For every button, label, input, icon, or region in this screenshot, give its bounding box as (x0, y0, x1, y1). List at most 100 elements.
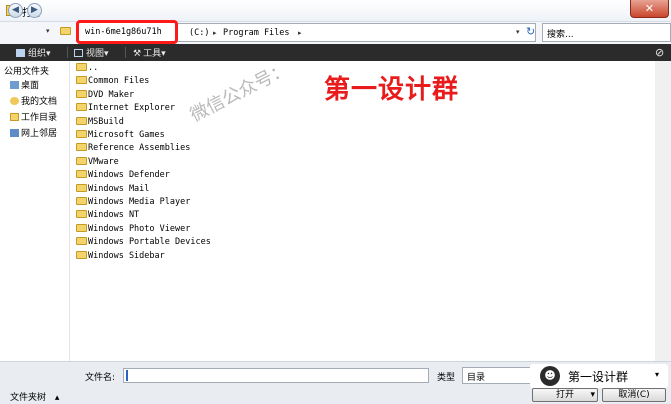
file-name: Windows Media Player (88, 197, 191, 207)
list-item[interactable]: Common Files (76, 76, 149, 86)
file-name: Common Files (88, 76, 150, 87)
list-item[interactable]: Windows NT (76, 210, 139, 220)
organize-icon (16, 49, 25, 57)
list-item[interactable]: Windows Media Player (76, 197, 190, 207)
chevron-down-icon[interactable]: ▾ (655, 370, 659, 379)
computer-name: win-6me1g86u71h (85, 27, 162, 37)
text-caret (126, 370, 128, 381)
sidebar-item-documents[interactable]: 我的文档 (10, 94, 57, 107)
type-label: 类型 (437, 373, 456, 383)
sidebar-item-public[interactable]: 公用文件夹 (4, 64, 49, 77)
command-toolbar: 组织▾ 视图▾ ⚒ 工具▾ ⊘ (0, 44, 671, 61)
folder-icon (76, 76, 87, 85)
folder-icon (76, 223, 87, 232)
file-name: Windows Defender (88, 170, 170, 181)
forward-button[interactable]: ▶ (27, 3, 42, 18)
list-item[interactable]: VMware (76, 156, 119, 167)
folder-icon (76, 183, 87, 192)
folder-icon (76, 89, 87, 98)
sidebar-item-network[interactable]: 网上邻居 (10, 126, 57, 139)
tools-button[interactable]: ⚒ 工具▾ (133, 46, 166, 59)
history-dropdown[interactable]: ▾ (46, 27, 50, 35)
sidebar-item-work[interactable]: 工作目录 (10, 110, 57, 123)
folder-icon (76, 143, 87, 152)
toolbar-divider (67, 47, 68, 58)
folder-icon (76, 156, 87, 165)
chevron-down-icon: ▾ (46, 49, 51, 59)
folder-icon (76, 170, 87, 179)
list-item[interactable]: Windows Sidebar (76, 250, 165, 261)
chevron-down-icon[interactable]: ▾ (590, 389, 595, 401)
back-button[interactable]: ◀ (8, 3, 23, 18)
file-name: Windows Sidebar (88, 250, 165, 261)
filename-input[interactable] (123, 368, 429, 383)
file-name: VMware (88, 156, 119, 167)
list-item[interactable]: MSBuild (76, 116, 124, 127)
breadcrumb-separator[interactable]: ▸ (298, 29, 302, 37)
sidebar-item-label: 桌面 (21, 81, 40, 91)
title-bar: 打开 ✕ (0, 0, 671, 22)
sidebar-item-label: 网上邻居 (21, 129, 58, 139)
computer-name-highlight[interactable]: win-6me1g86u71h (76, 20, 178, 44)
vertical-scrollbar[interactable] (655, 61, 671, 361)
list-item[interactable]: Internet Explorer (76, 103, 175, 113)
file-name: .. (88, 63, 99, 73)
views-icon (74, 49, 83, 57)
file-name: Windows NT (88, 210, 140, 221)
list-item[interactable]: .. (76, 63, 98, 73)
list-item[interactable]: Windows Mail (76, 183, 149, 194)
close-button[interactable]: ✕ (630, 0, 669, 18)
list-item[interactable]: Microsoft Games (76, 130, 165, 140)
list-item[interactable]: DVD Maker (76, 89, 135, 100)
help-icon[interactable]: ⊘ (655, 46, 664, 59)
network-icon (10, 129, 19, 137)
folder-tree-label: 文件夹树 (10, 393, 47, 403)
file-name: Internet Explorer (88, 103, 175, 114)
list-item[interactable]: Windows Photo Viewer (76, 223, 190, 234)
folder-icon (76, 197, 87, 205)
breadcrumb-drive[interactable]: (C:) (189, 28, 209, 38)
filename-label: 文件名: (85, 373, 116, 383)
file-name: Windows Portable Devices (88, 237, 211, 248)
list-item[interactable]: Windows Defender (76, 170, 170, 180)
folder-icon (76, 103, 87, 112)
toolbar-divider (125, 47, 126, 58)
file-name: DVD Maker (88, 89, 135, 100)
tools-label: 工具 (143, 49, 162, 59)
file-name: Microsoft Games (88, 130, 165, 140)
views-button[interactable]: 视图▾ (74, 46, 109, 59)
wechat-icon: ☻ (540, 366, 560, 386)
open-button-label: 打开 (555, 390, 574, 400)
cancel-button[interactable]: 取消(C) (602, 388, 666, 402)
location-folder-icon (60, 27, 71, 38)
chevron-up-icon: ▴ (54, 393, 60, 403)
folder-icon (76, 237, 87, 246)
folder-tree-toggle[interactable]: 文件夹树 ▴ (10, 390, 59, 403)
overlay-title: 第一设计群 (324, 75, 460, 105)
sidebar-item-label: 我的文档 (21, 97, 58, 107)
list-item[interactable]: Reference Assemblies (76, 143, 190, 153)
folder-icon (76, 130, 87, 138)
tools-icon: ⚒ (133, 49, 142, 59)
folder-icon (76, 63, 87, 71)
search-input[interactable]: 搜索... (542, 23, 671, 42)
open-button[interactable]: 打开 ▾ (532, 388, 598, 402)
breadcrumb-separator[interactable]: ▸ (213, 29, 217, 37)
address-dropdown[interactable]: ▾ (516, 28, 520, 36)
file-name: MSBuild (88, 116, 124, 127)
documents-icon (10, 97, 19, 105)
breadcrumb-folder[interactable]: Program Files (223, 28, 290, 38)
file-name: Reference Assemblies (88, 143, 191, 154)
wechat-badge-text: 第一设计群 (568, 370, 629, 384)
chevron-down-icon: ▾ (161, 49, 166, 59)
sidebar-item-label: 工作目录 (21, 113, 58, 123)
list-item[interactable]: Windows Portable Devices (76, 237, 211, 247)
organize-label: 组织 (28, 49, 47, 59)
folder-icon (10, 113, 19, 121)
refresh-icon[interactable]: ↻ (526, 25, 535, 38)
sidebar-item-desktop[interactable]: 桌面 (10, 78, 39, 91)
chevron-down-icon: ▾ (104, 49, 109, 59)
desktop-icon (10, 81, 19, 89)
folder-icon (76, 210, 87, 219)
organize-button[interactable]: 组织▾ (16, 46, 51, 59)
